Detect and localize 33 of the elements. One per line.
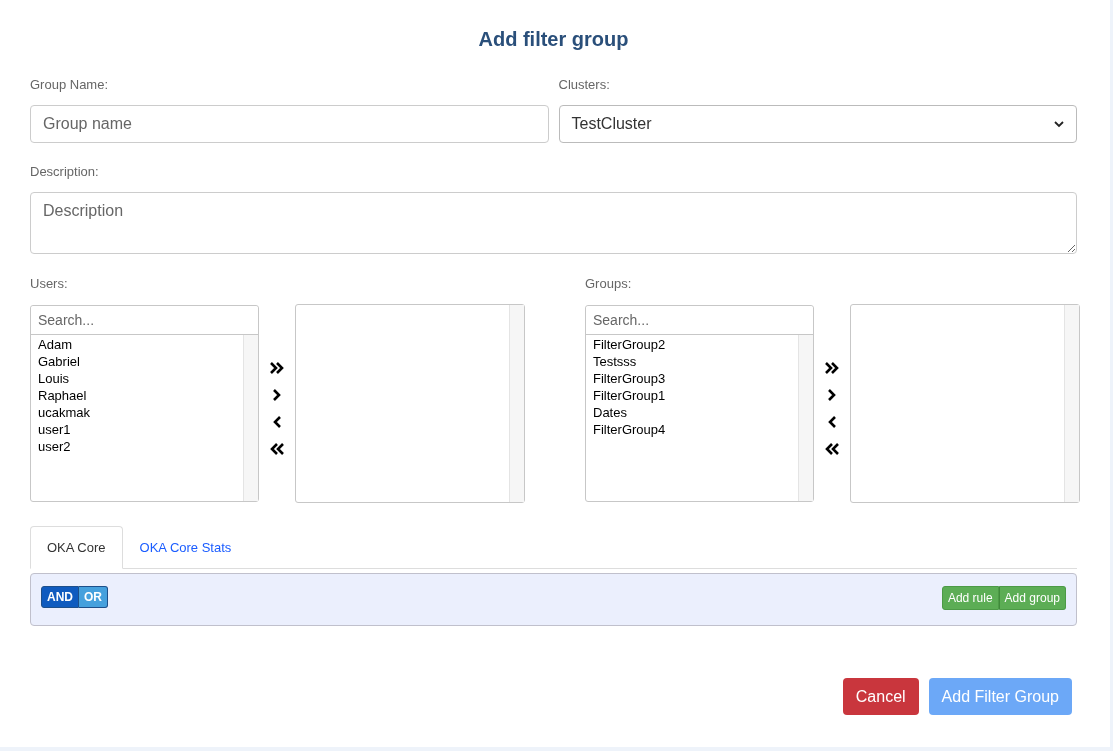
list-item[interactable]: Adam: [38, 336, 72, 353]
tab[interactable]: OKA Core Stats: [122, 526, 249, 569]
double-chevron-right-icon[interactable]: [824, 360, 840, 376]
field-label: Clusters:: [558, 77, 610, 92]
condition-toggle[interactable]: AND: [41, 586, 79, 608]
field-label: Group Name:: [30, 77, 109, 92]
list-item[interactable]: user2: [38, 438, 71, 455]
field-label: Groups:: [585, 276, 632, 291]
double-chevron-left-icon[interactable]: [269, 441, 285, 457]
chevron-down-icon: [1054, 120, 1064, 128]
list-item[interactable]: FilterGroup4: [593, 421, 666, 438]
group-name-field[interactable]: Group name: [30, 105, 549, 143]
list-item[interactable]: Dates: [593, 404, 627, 421]
tab[interactable]: OKA Core: [30, 526, 123, 569]
description-field[interactable]: Description: [30, 192, 1077, 254]
list-item[interactable]: Testsss: [593, 353, 637, 370]
list-item[interactable]: user1: [38, 421, 71, 438]
list-item[interactable]: FilterGroup1: [593, 387, 666, 404]
field-label: Users:: [30, 276, 68, 291]
search-field[interactable]: Search...: [31, 306, 258, 335]
double-chevron-right-icon[interactable]: [269, 360, 285, 376]
search-field[interactable]: Search...: [586, 306, 813, 335]
list-item[interactable]: FilterGroup3: [593, 370, 666, 387]
field-label: Description:: [30, 164, 99, 179]
double-chevron-left-icon[interactable]: [824, 441, 840, 457]
action-button[interactable]: Cancel: [842, 678, 919, 715]
list-item[interactable]: Gabriel: [38, 353, 80, 370]
list-item[interactable]: ucakmak: [38, 404, 91, 421]
list-item[interactable]: Louis: [38, 370, 70, 387]
clusters-select[interactable]: TestCluster: [558, 105, 1077, 143]
list-item[interactable]: FilterGroup2: [593, 336, 666, 353]
dialog-title: Add filter group: [477, 28, 630, 51]
list-item[interactable]: Raphael: [38, 387, 87, 404]
